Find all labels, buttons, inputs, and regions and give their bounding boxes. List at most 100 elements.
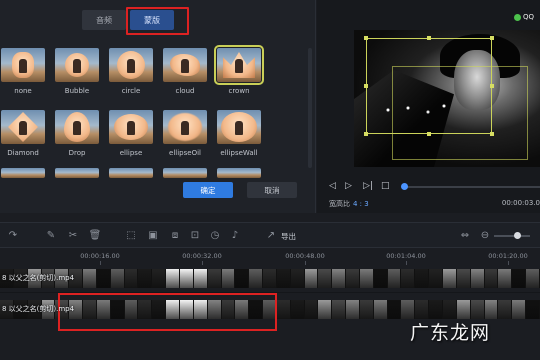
filmstrip-frame — [429, 269, 443, 288]
ruler-label: 00:00:48.00 — [285, 252, 325, 260]
frame-icon[interactable]: ▣ — [146, 229, 160, 243]
mask-item-partial[interactable] — [48, 168, 106, 178]
mask-item-ellipse-wall[interactable]: ellipseWall — [210, 110, 268, 157]
video-preview[interactable] — [354, 30, 540, 167]
player-controls: ◁ ▷ ▷| □ — [317, 176, 540, 196]
video-track[interactable]: 8 以父之名(剪切).mp4 — [0, 269, 540, 288]
filmstrip-frame — [387, 300, 402, 319]
mask-item-partial[interactable] — [210, 168, 268, 178]
filmstrip-frame — [221, 269, 236, 288]
filmstrip-frame — [415, 269, 430, 288]
cancel-button[interactable]: 取消 — [247, 182, 297, 198]
track-label: 8 以父之名(剪切).mp4 — [2, 305, 75, 313]
clock-icon[interactable]: ◷ — [208, 229, 222, 243]
previous-frame-icon[interactable]: ◁ — [329, 180, 336, 192]
timeline-toolbar: ↷ ✎ ✂ 🗑 ⬚ ▣ ⧈ ⊡ ◷ ♪ ↗ 导出 ⇔ ⊖ — [0, 222, 540, 248]
filmstrip-frame — [359, 300, 374, 319]
mask-item-bubble[interactable]: Bubble — [48, 48, 106, 95]
filmstrip-frame — [235, 300, 250, 319]
mask-item-none[interactable]: none — [0, 48, 52, 95]
zoom-slider[interactable] — [494, 235, 530, 237]
filmstrip-frame — [346, 269, 360, 288]
stop-icon[interactable]: □ — [381, 180, 390, 192]
crop-icon[interactable]: ⬚ — [124, 229, 138, 243]
filmstrip-frame — [83, 269, 97, 288]
filmstrip-frame — [387, 269, 402, 288]
filmstrip-frame — [346, 300, 360, 319]
fit-icon[interactable]: ⇔ — [458, 229, 472, 243]
filmstrip-frame — [359, 269, 374, 288]
filmstrip-frame — [290, 300, 305, 319]
resize-handle[interactable] — [490, 36, 494, 40]
filmstrip-frame — [456, 300, 471, 319]
screenshot-icon[interactable]: ⊡ — [188, 229, 202, 243]
mask-item-partial[interactable] — [156, 168, 214, 178]
snapshot-icon[interactable]: ⧈ — [168, 229, 182, 243]
microphone-icon[interactable]: ♪ — [228, 229, 242, 243]
zoom-out-icon[interactable]: ⊖ — [478, 229, 492, 243]
mask-thumbnail — [163, 110, 207, 144]
filmstrip-frame — [401, 300, 416, 319]
filmstrip-frame — [401, 269, 416, 288]
filmstrip-frame — [498, 269, 513, 288]
mask-panel: 音频 蒙版 none Bubble circle cloud crown Dia… — [0, 0, 316, 213]
zoom-slider-knob[interactable] — [514, 232, 521, 239]
aspect-ratio[interactable]: 宽高比 4 : 3 — [329, 199, 369, 209]
mask-thumbnail — [109, 110, 153, 144]
filmstrip-frame — [166, 300, 180, 319]
mask-label: Drop — [68, 149, 86, 157]
mask-label: crown — [228, 87, 250, 95]
aspect-ratio-value[interactable]: 4 : 3 — [353, 200, 369, 208]
mask-item-diamond[interactable]: Diamond — [0, 110, 52, 157]
filmstrip-frame — [332, 300, 347, 319]
video-track[interactable]: 8 以父之名(剪切).mp4 — [0, 300, 540, 319]
delete-icon[interactable]: 🗑 — [88, 229, 102, 243]
mask-label: none — [14, 87, 32, 95]
scissors-icon[interactable]: ✂ — [66, 229, 80, 243]
filmstrip-frame — [179, 269, 194, 288]
next-frame-icon[interactable]: ▷| — [363, 180, 373, 192]
play-icon[interactable]: ▷ — [345, 180, 352, 192]
share-icon[interactable]: ↗ — [264, 229, 278, 243]
mask-item-cloud[interactable]: cloud — [156, 48, 214, 95]
brand-text: QQ — [522, 13, 534, 21]
filmstrip-frame — [249, 269, 264, 288]
edit-icon[interactable]: ✎ — [44, 229, 58, 243]
mask-item-partial[interactable] — [0, 168, 52, 178]
filmstrip-frame — [415, 300, 430, 319]
filmstrip-frame — [166, 269, 180, 288]
track-frames — [0, 269, 540, 288]
filmstrip-frame — [290, 269, 305, 288]
mask-scrollbar[interactable] — [308, 48, 312, 168]
resize-handle[interactable] — [364, 36, 368, 40]
mask-label: cloud — [175, 87, 195, 95]
ruler-label: 00:01:20.00 — [488, 252, 528, 260]
filmstrip-frame — [207, 300, 222, 319]
mask-item-crown[interactable]: crown — [210, 45, 268, 95]
timeline-ruler[interactable]: 00:00:16.00 00:00:32.00 00:00:48.00 00:0… — [0, 249, 540, 265]
progress-knob[interactable] — [401, 183, 408, 190]
mask-thumbnail — [1, 48, 45, 82]
tab-audio[interactable]: 音频 — [82, 10, 126, 30]
mask-grid: none Bubble circle cloud crown Diamond D… — [0, 45, 316, 178]
confirm-button[interactable]: 确定 — [183, 182, 233, 198]
mask-label: Bubble — [64, 87, 90, 95]
mask-item-ellipse[interactable]: ellipse — [102, 110, 160, 157]
filmstrip-frame — [373, 300, 388, 319]
mask-item-ellipse-oil[interactable]: ellipseOil — [156, 110, 214, 157]
progress-track[interactable] — [404, 186, 540, 188]
resize-handle[interactable] — [427, 36, 431, 40]
resize-handle[interactable] — [364, 84, 368, 88]
redo-icon[interactable]: ↷ — [6, 229, 20, 243]
mask-item-circle[interactable]: circle — [102, 48, 160, 95]
mask-item-partial[interactable] — [102, 168, 160, 178]
filmstrip-frame — [124, 269, 139, 288]
aspect-ratio-label: 宽高比 — [329, 200, 350, 208]
tab-mask[interactable]: 蒙版 — [130, 10, 174, 30]
resize-handle[interactable] — [364, 132, 368, 136]
mask-item-drop[interactable]: Drop — [48, 110, 106, 157]
filmstrip-frame — [512, 300, 527, 319]
filmstrip-frame — [152, 269, 167, 288]
filmstrip-frame — [470, 300, 485, 319]
export-button[interactable]: 导出 — [281, 231, 296, 242]
